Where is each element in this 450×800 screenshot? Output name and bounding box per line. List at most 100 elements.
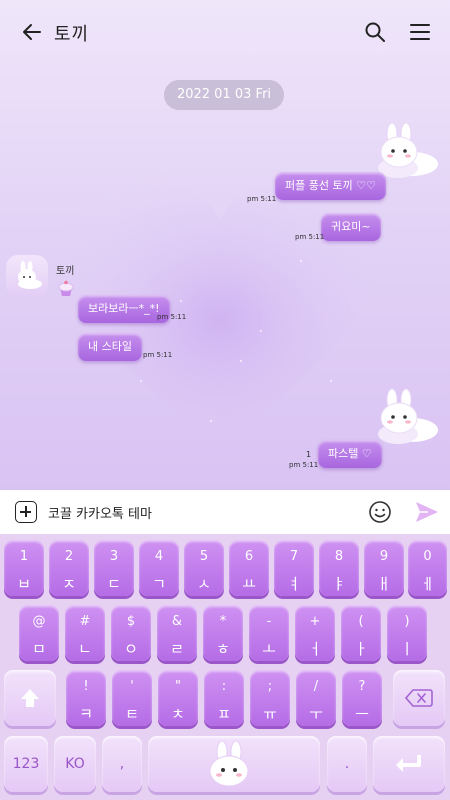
period-key-label: . <box>344 756 350 772</box>
comma-key[interactable]: , <box>102 736 142 792</box>
language-key-label: KO <box>65 756 85 772</box>
key[interactable]: :ㅍ <box>204 670 244 726</box>
key-symbol: ! <box>83 679 89 694</box>
message-input[interactable]: 코끌 카카오톡 테마 <box>48 503 152 522</box>
sent-message[interactable]: 퍼플 풍선 토끼 ♡♡ <box>275 172 386 200</box>
key-letter: ㅣ <box>400 640 414 658</box>
bunny-face-icon <box>209 740 249 787</box>
key-letter: ㅅ <box>197 575 211 593</box>
key[interactable]: 8ㅑ <box>319 540 359 596</box>
key-letter: ㅑ <box>332 575 346 593</box>
search-icon[interactable] <box>363 20 387 44</box>
key[interactable]: # ㄴ <box>65 605 105 661</box>
key-symbol: & <box>171 614 183 629</box>
key-number: 9 <box>379 549 389 564</box>
message-input-bar: 코끌 카카오톡 테마 <box>0 490 450 534</box>
arrow-left-icon[interactable] <box>20 20 44 44</box>
key-number: 7 <box>289 549 299 564</box>
key-letter: ㅠ <box>263 705 277 723</box>
period-key[interactable]: . <box>327 736 367 792</box>
avatar[interactable] <box>6 255 48 297</box>
key[interactable]: 6ㅛ <box>229 540 269 596</box>
unread-count: 1 <box>306 450 312 459</box>
key-letter: ㅏ <box>354 640 368 658</box>
plus-square-icon[interactable] <box>15 501 37 523</box>
key[interactable]: ! ㅋ <box>66 670 106 726</box>
received-message[interactable]: 보라보라ㅡ*_*! <box>78 295 170 323</box>
language-key[interactable]: KO <box>54 736 96 792</box>
key-letter: ㅎ <box>216 640 230 658</box>
key[interactable]: * ㅎ <box>203 605 243 661</box>
key[interactable]: " ㅊ <box>158 670 198 726</box>
key-letter: ㅊ <box>171 705 185 723</box>
key-letter: ㅂ <box>17 575 31 593</box>
smile-icon[interactable] <box>368 500 392 524</box>
key-letter: ㅜ <box>309 705 323 723</box>
key-number: 0 <box>423 549 432 564</box>
key[interactable]: 5ㅅ <box>184 540 224 596</box>
key-symbol: $ <box>126 614 136 629</box>
key-symbol: ) <box>404 614 410 629</box>
key[interactable]: -ㅗ <box>249 605 289 661</box>
key-letter: ㅛ <box>242 575 256 593</box>
sent-message[interactable]: 귀요미~ <box>321 213 381 241</box>
key-symbol: ( <box>358 614 364 629</box>
key[interactable]: / ㅜ <box>296 670 336 726</box>
key[interactable]: @ ㅁ <box>19 605 59 661</box>
key-symbol: : <box>221 679 227 694</box>
key-symbol: ; <box>267 679 273 694</box>
key-symbol: ? <box>358 679 366 694</box>
key[interactable]: 3ㄷ <box>94 540 134 596</box>
enter-return-icon <box>396 755 421 772</box>
key-symbol: - <box>266 614 272 629</box>
enter-key[interactable] <box>373 736 445 792</box>
key[interactable]: 0ㅔ <box>408 540 447 596</box>
bunny-avatar-icon <box>18 261 42 289</box>
key-number: 2 <box>64 549 74 564</box>
key-letter: ㅗ <box>262 640 276 658</box>
key[interactable]: 4ㄱ <box>139 540 179 596</box>
key-letter: ㅌ <box>125 705 139 723</box>
sent-message[interactable]: 파스텔 ♡ <box>318 440 382 468</box>
key-symbol: ' <box>130 679 134 694</box>
key[interactable]: ? ㅡ <box>342 670 382 726</box>
hamburger-menu-icon[interactable] <box>408 20 432 44</box>
key-letter: ㄷ <box>107 575 121 593</box>
key-letter: ㅓ <box>308 640 322 658</box>
chat-area[interactable]: 토끼 2022 01 03 Fri 퍼플 풍선 토끼 ♡♡ pm 5:11 귀요… <box>0 0 450 490</box>
message-time: pm 5:11 <box>289 461 319 469</box>
key[interactable]: 1ㅂ <box>4 540 44 596</box>
send-icon[interactable] <box>414 500 440 524</box>
key-letter: ㄹ <box>170 640 184 658</box>
key-letter: ㅁ <box>32 640 46 658</box>
shift-key[interactable] <box>4 670 56 726</box>
key[interactable]: (ㅏ <box>341 605 381 661</box>
message-time: pm 5:11 <box>295 233 325 241</box>
key-number: 5 <box>199 549 209 564</box>
message-time: pm 5:11 <box>247 195 277 203</box>
key[interactable]: ; ㅠ <box>250 670 290 726</box>
key-symbol: @ <box>32 614 46 629</box>
numbers-key[interactable]: 123 <box>4 736 48 792</box>
key-letter: ㅔ <box>420 575 435 593</box>
key-letter: ㅍ <box>217 705 231 723</box>
key[interactable]: & ㄹ <box>157 605 197 661</box>
key-letter: ㅋ <box>79 705 93 723</box>
key[interactable]: 9ㅐ <box>364 540 404 596</box>
received-message[interactable]: 내 스타일 <box>78 333 142 361</box>
date-divider: 2022 01 03 Fri <box>164 80 284 110</box>
key-number: 4 <box>154 549 164 564</box>
key-letter: ㄱ <box>152 575 166 593</box>
key-number: 8 <box>334 549 344 564</box>
key-letter: ㅐ <box>377 575 391 593</box>
key[interactable]: 7ㅕ <box>274 540 314 596</box>
key-number: 1 <box>19 549 29 564</box>
backspace-key[interactable] <box>393 670 445 726</box>
key[interactable]: ' ㅌ <box>112 670 152 726</box>
keyboard: 1ㅂ 2ㅈ 3ㄷ 4ㄱ 5ㅅ 6ㅛ 7ㅕ 8ㅑ 9ㅐ 0ㅔ @ ㅁ # ㄴ $ ㅇ &… <box>0 534 450 800</box>
key[interactable]: ) ㅣ <box>387 605 427 661</box>
key[interactable]: 2ㅈ <box>49 540 89 596</box>
key[interactable]: + ㅓ <box>295 605 335 661</box>
key-symbol: + <box>309 614 321 629</box>
key[interactable]: $ ㅇ <box>111 605 151 661</box>
